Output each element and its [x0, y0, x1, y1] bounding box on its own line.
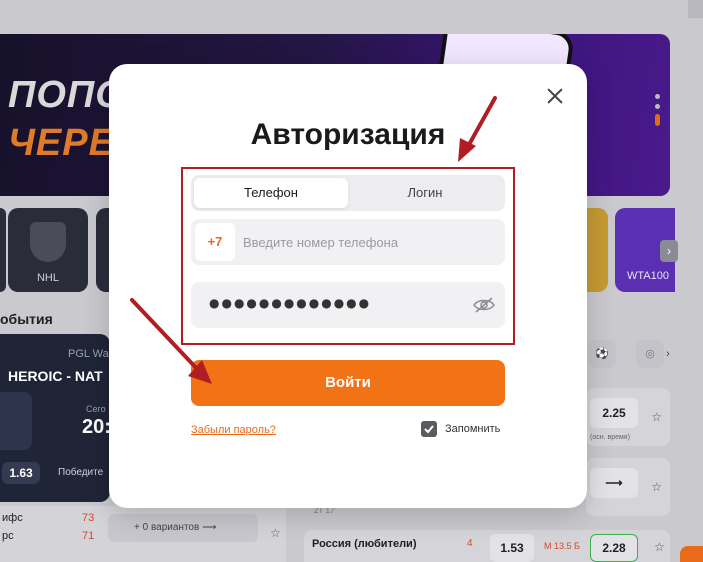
login-button[interactable]: Войти — [191, 360, 505, 406]
match-time: 20: — [82, 416, 111, 438]
league-name: Россия (любители) — [312, 538, 417, 550]
top-right-strip — [688, 0, 703, 18]
sport-tile-label: NHL — [36, 272, 59, 284]
match-league: PGL Wa — [68, 348, 109, 360]
forgot-password-link[interactable]: Забыли пароль? — [191, 424, 276, 436]
team-name: рс — [2, 530, 14, 542]
match-teams: HEROIC - NAT — [8, 368, 103, 384]
chevron-right-icon[interactable]: › — [660, 240, 678, 262]
star-icon[interactable]: ☆ — [651, 480, 662, 494]
tab-phone[interactable]: Телефон — [194, 178, 348, 208]
nhl-logo-icon — [30, 222, 66, 262]
banner-dot[interactable] — [654, 104, 660, 109]
tab-login[interactable]: Логин — [348, 178, 502, 208]
sport-tile-label: WTA100 — [627, 270, 669, 282]
close-icon[interactable] — [543, 84, 567, 108]
odd-button[interactable]: 2.28 — [590, 534, 638, 562]
floating-button[interactable] — [680, 546, 703, 562]
market-label: Победите — [58, 467, 104, 478]
chevron-right-icon[interactable]: › — [660, 340, 676, 368]
banner-dot[interactable] — [654, 94, 660, 99]
star-icon[interactable]: ☆ — [654, 540, 665, 554]
sport-tile-partial[interactable] — [0, 208, 6, 292]
odd-button[interactable]: ⟶ — [590, 468, 638, 498]
phone-field: +7 — [191, 219, 505, 265]
team-name: ифс — [2, 512, 23, 524]
sport-tile-partial[interactable] — [586, 208, 608, 292]
score: 73 — [82, 512, 95, 524]
remember-me-label: Запомнить — [445, 423, 501, 435]
odd-button[interactable]: 1.53 — [490, 534, 534, 562]
event-row[interactable]: Россия (любители) 4 1.53 М 13.5 Б 2.28 ☆ — [304, 530, 670, 562]
odd-button[interactable]: 2.25 — [590, 398, 638, 428]
arrow-right-icon: ⟶ — [202, 522, 217, 533]
phone-input[interactable] — [239, 223, 499, 261]
event-row[interactable]: ифс рс 73 71 + 0 вариантов ⟶ ☆ — [0, 506, 286, 562]
filter-icons: ⚽ ◎ › — [588, 340, 684, 370]
odd-sub-label: (осн. время) — [590, 434, 630, 441]
country-code-selector[interactable]: +7 — [195, 223, 235, 261]
banner-pagination[interactable] — [653, 94, 661, 131]
match-card[interactable]: PGL Wa HEROIC - NAT Сего 20: 1.63 Победи… — [0, 334, 111, 502]
odds-row: 2.25 (осн. время) ☆ — [586, 388, 670, 446]
variants-button[interactable]: + 0 вариантов ⟶ — [108, 514, 258, 542]
star-icon[interactable]: ☆ — [651, 410, 662, 424]
modal-title: Авторизация — [250, 118, 446, 151]
sport-tile-partial[interactable] — [96, 208, 110, 292]
password-field[interactable]: ●●●●●●●●●●●●● — [191, 282, 505, 328]
star-icon[interactable]: ☆ — [270, 526, 281, 540]
sport-filter-icon[interactable]: ⚽ — [588, 340, 616, 368]
variants-label: + 0 вариантов — [134, 522, 200, 533]
odds-row: ⟶ ☆ — [586, 458, 670, 516]
banner-dot-active[interactable] — [654, 114, 660, 126]
odd-button[interactable]: 1.63 — [2, 462, 40, 484]
score: 4 — [467, 538, 473, 549]
sport-tile-nhl[interactable]: NHL — [8, 208, 88, 292]
total-label: М 13.5 Б — [544, 541, 580, 551]
team-logo — [0, 392, 32, 450]
score: 71 — [82, 530, 95, 542]
eye-icon[interactable] — [473, 296, 495, 314]
auth-modal: Авторизация Телефон Логин +7 ●●●●●●●●●●●… — [109, 64, 587, 508]
password-input[interactable]: ●●●●●●●●●●●●● — [209, 296, 371, 310]
match-time-label: Сего — [86, 404, 106, 414]
checkbox-checked-icon[interactable] — [421, 421, 437, 437]
section-title: обытия — [0, 311, 53, 327]
auth-tabs: Телефон Логин — [191, 175, 505, 211]
